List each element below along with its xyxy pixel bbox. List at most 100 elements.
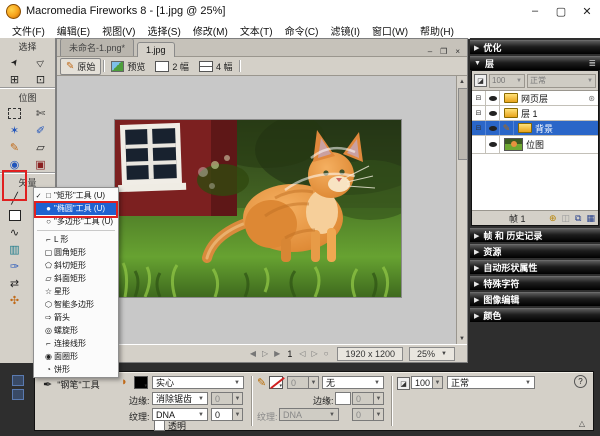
stepper-icon[interactable]: ▼ <box>232 408 243 421</box>
swap-colors-icon[interactable]: ⇄ <box>2 275 28 292</box>
loop-icon[interactable]: ○ <box>321 349 332 358</box>
visibility-eye-icon[interactable] <box>486 106 500 120</box>
doc-close-icon[interactable]: × <box>451 47 464 56</box>
first-frame-icon[interactable]: ◀ <box>247 349 259 358</box>
menu-window[interactable]: 窗口(W) <box>366 23 414 38</box>
next-frame-icon[interactable]: ▷ <box>308 349 320 358</box>
stepper-icon[interactable]: ▼ <box>432 376 443 389</box>
menu-chamfer-rectangle[interactable]: ⬠ 斜切矩形 <box>34 259 118 272</box>
layer-row-1[interactable]: ⊟ 层 1 <box>472 106 598 121</box>
layers-opacity-select[interactable]: 100 ▼ <box>489 73 525 88</box>
menu-select[interactable]: 选择(S) <box>141 23 186 38</box>
lasso-tool-icon[interactable]: ✄ <box>28 105 54 122</box>
menu-l-shape[interactable]: ⌐ L 形 <box>34 233 118 246</box>
layer-row-bitmap[interactable]: 位图 <box>472 136 598 154</box>
tab-current[interactable]: 1.jpg <box>137 42 175 57</box>
last-frame-icon[interactable]: ▶ <box>271 349 283 358</box>
line-tool-icon[interactable]: ╱ <box>2 190 28 207</box>
menu-arrow[interactable]: ⇨ 箭头 <box>34 311 118 324</box>
prev-frame-icon[interactable]: ◁ <box>296 349 308 358</box>
stroke-tip-size[interactable]: 0 <box>287 376 309 389</box>
menu-filters[interactable]: 滤镜(I) <box>324 23 365 38</box>
frames-history-panel-header[interactable]: ▶ 帧 和 历史记录 <box>470 228 600 242</box>
expand-box-icon[interactable]: ⊟ <box>472 106 486 120</box>
opacity-field[interactable]: 100 <box>411 376 433 389</box>
stroke-texture-amount[interactable]: 0 <box>352 408 374 421</box>
eraser-tool-icon[interactable]: ▱ <box>28 139 54 156</box>
menu-beveled-rectangle[interactable]: ▱ 斜面矩形 <box>34 272 118 285</box>
delete-layer-icon[interactable]: ▦ <box>586 213 595 224</box>
fill-texture-amount[interactable]: 0 <box>211 408 233 421</box>
stroke-type-select[interactable]: 无 ▼ <box>322 376 384 389</box>
new-bitmap-icon[interactable]: ⊕ <box>549 213 557 224</box>
transparent-option[interactable]: 透明 <box>154 419 186 432</box>
optimize-panel-header[interactable]: ▶ 优化 <box>470 40 600 54</box>
visibility-eye-icon[interactable] <box>486 121 500 135</box>
layers-blend-select[interactable]: 正常 ▼ <box>527 73 596 88</box>
checkbox-icon[interactable] <box>154 420 165 431</box>
menu-polygon-tool[interactable]: ○ "多边形"工具 (U) <box>34 215 118 228</box>
marquee-tool-icon[interactable] <box>2 105 28 122</box>
special-characters-panel-header[interactable]: ▶ 特殊字符 <box>470 276 600 290</box>
stepper-icon[interactable]: ▼ <box>373 392 384 405</box>
menu-star[interactable]: ☆ 星形 <box>34 285 118 298</box>
magic-wand-tool-icon[interactable]: ✶ <box>2 122 28 139</box>
mask-icon[interactable]: ◫ <box>562 213 571 224</box>
play-icon[interactable]: ▷ <box>259 349 271 358</box>
scrollbar-thumb[interactable] <box>458 88 467 160</box>
new-layer-icon[interactable]: ⧉ <box>575 213 581 224</box>
menu-commands[interactable]: 命令(C) <box>279 23 325 38</box>
rubber-stamp-tool-icon[interactable]: ▣ <box>28 156 54 173</box>
blur-tool-icon[interactable]: ◉ <box>2 156 28 173</box>
stepper-icon[interactable]: ▼ <box>232 392 243 405</box>
assets-panel-header[interactable]: ▶ 资源 <box>470 244 600 258</box>
slice-tool-icon[interactable]: ▥ <box>2 241 28 258</box>
mode-2up-button[interactable]: 2 幅 <box>150 59 194 74</box>
mode-original-button[interactable]: ✎ 原始 <box>60 57 102 75</box>
fill-color-swatch[interactable]: ▾ <box>134 376 148 389</box>
tab-untitled[interactable]: 未命名-1.png* <box>60 38 135 56</box>
stroke-edge-amount[interactable]: 0 <box>352 392 374 405</box>
menu-doughnut[interactable]: ◉ 面圈形 <box>34 350 118 363</box>
menu-view[interactable]: 视图(V) <box>96 23 141 38</box>
menu-connector-line[interactable]: ⌐ 连接线形 <box>34 337 118 350</box>
help-icon[interactable]: ? <box>574 375 587 388</box>
menu-rounded-rectangle[interactable]: ▢ 圆角矩形 <box>34 246 118 259</box>
brush-tool-icon[interactable]: ✐ <box>28 122 54 139</box>
panel-options-icon[interactable]: ≣ <box>588 58 596 69</box>
menu-help[interactable]: 帮助(H) <box>414 23 460 38</box>
minimize-button[interactable]: – <box>522 1 548 21</box>
doc-restore-icon[interactable]: ❐ <box>436 47 451 56</box>
stepper-icon[interactable]: ▼ <box>373 408 384 421</box>
kitten-photo[interactable] <box>114 105 435 298</box>
stroke-edge-box[interactable] <box>335 392 351 405</box>
pencil-tool-icon[interactable]: ✎ <box>2 139 28 156</box>
autoshape-properties-panel-header[interactable]: ▶ 自动形状属性 <box>470 260 600 274</box>
stroke-texture-select[interactable]: DNA ▼ <box>279 408 339 421</box>
visibility-eye-icon[interactable] <box>486 136 500 153</box>
stroke-color-swatch[interactable]: ▾ <box>269 376 283 389</box>
scroll-down-icon[interactable]: ▼ <box>457 333 467 344</box>
menu-file[interactable]: 文件(F) <box>6 23 51 38</box>
menu-text[interactable]: 文本(T) <box>234 23 279 38</box>
menu-smart-polygon[interactable]: ⬡ 智能多边形 <box>34 298 118 311</box>
visibility-eye-icon[interactable] <box>486 91 500 105</box>
mode-preview-button[interactable]: 预览 <box>106 59 150 74</box>
menu-ellipse-tool[interactable]: ● "椭圆"工具 (U) <box>34 201 118 218</box>
maximize-button[interactable]: ▢ <box>548 1 574 21</box>
panel-collapse-icon[interactable]: △ <box>579 419 585 428</box>
menu-modify[interactable]: 修改(M) <box>187 23 234 38</box>
fill-type-select[interactable]: 实心 ▼ <box>152 376 244 389</box>
menu-spiral[interactable]: ◎ 螺旋形 <box>34 324 118 337</box>
scroll-up-icon[interactable]: ▲ <box>457 76 467 87</box>
mode-4up-button[interactable]: 4 幅 <box>194 59 238 74</box>
menu-pie[interactable]: ◔ 饼形 <box>34 363 118 376</box>
layers-panel-header[interactable]: ▼ 层 ≣ <box>470 56 600 70</box>
blend-mode-select[interactable]: 正常 ▼ <box>447 376 535 389</box>
colors-panel-header[interactable]: ▶ 颜色 <box>470 308 600 322</box>
layer-row-background[interactable]: ⊟ ✎ 背景 <box>472 121 598 136</box>
menu-rectangle-tool[interactable]: ✓ □ "矩形"工具 (U) <box>34 189 118 202</box>
rectangle-tool-icon[interactable] <box>2 207 28 224</box>
freeform-tool-icon[interactable]: ∿ <box>2 224 28 241</box>
doc-minimize-icon[interactable]: – <box>424 47 436 56</box>
